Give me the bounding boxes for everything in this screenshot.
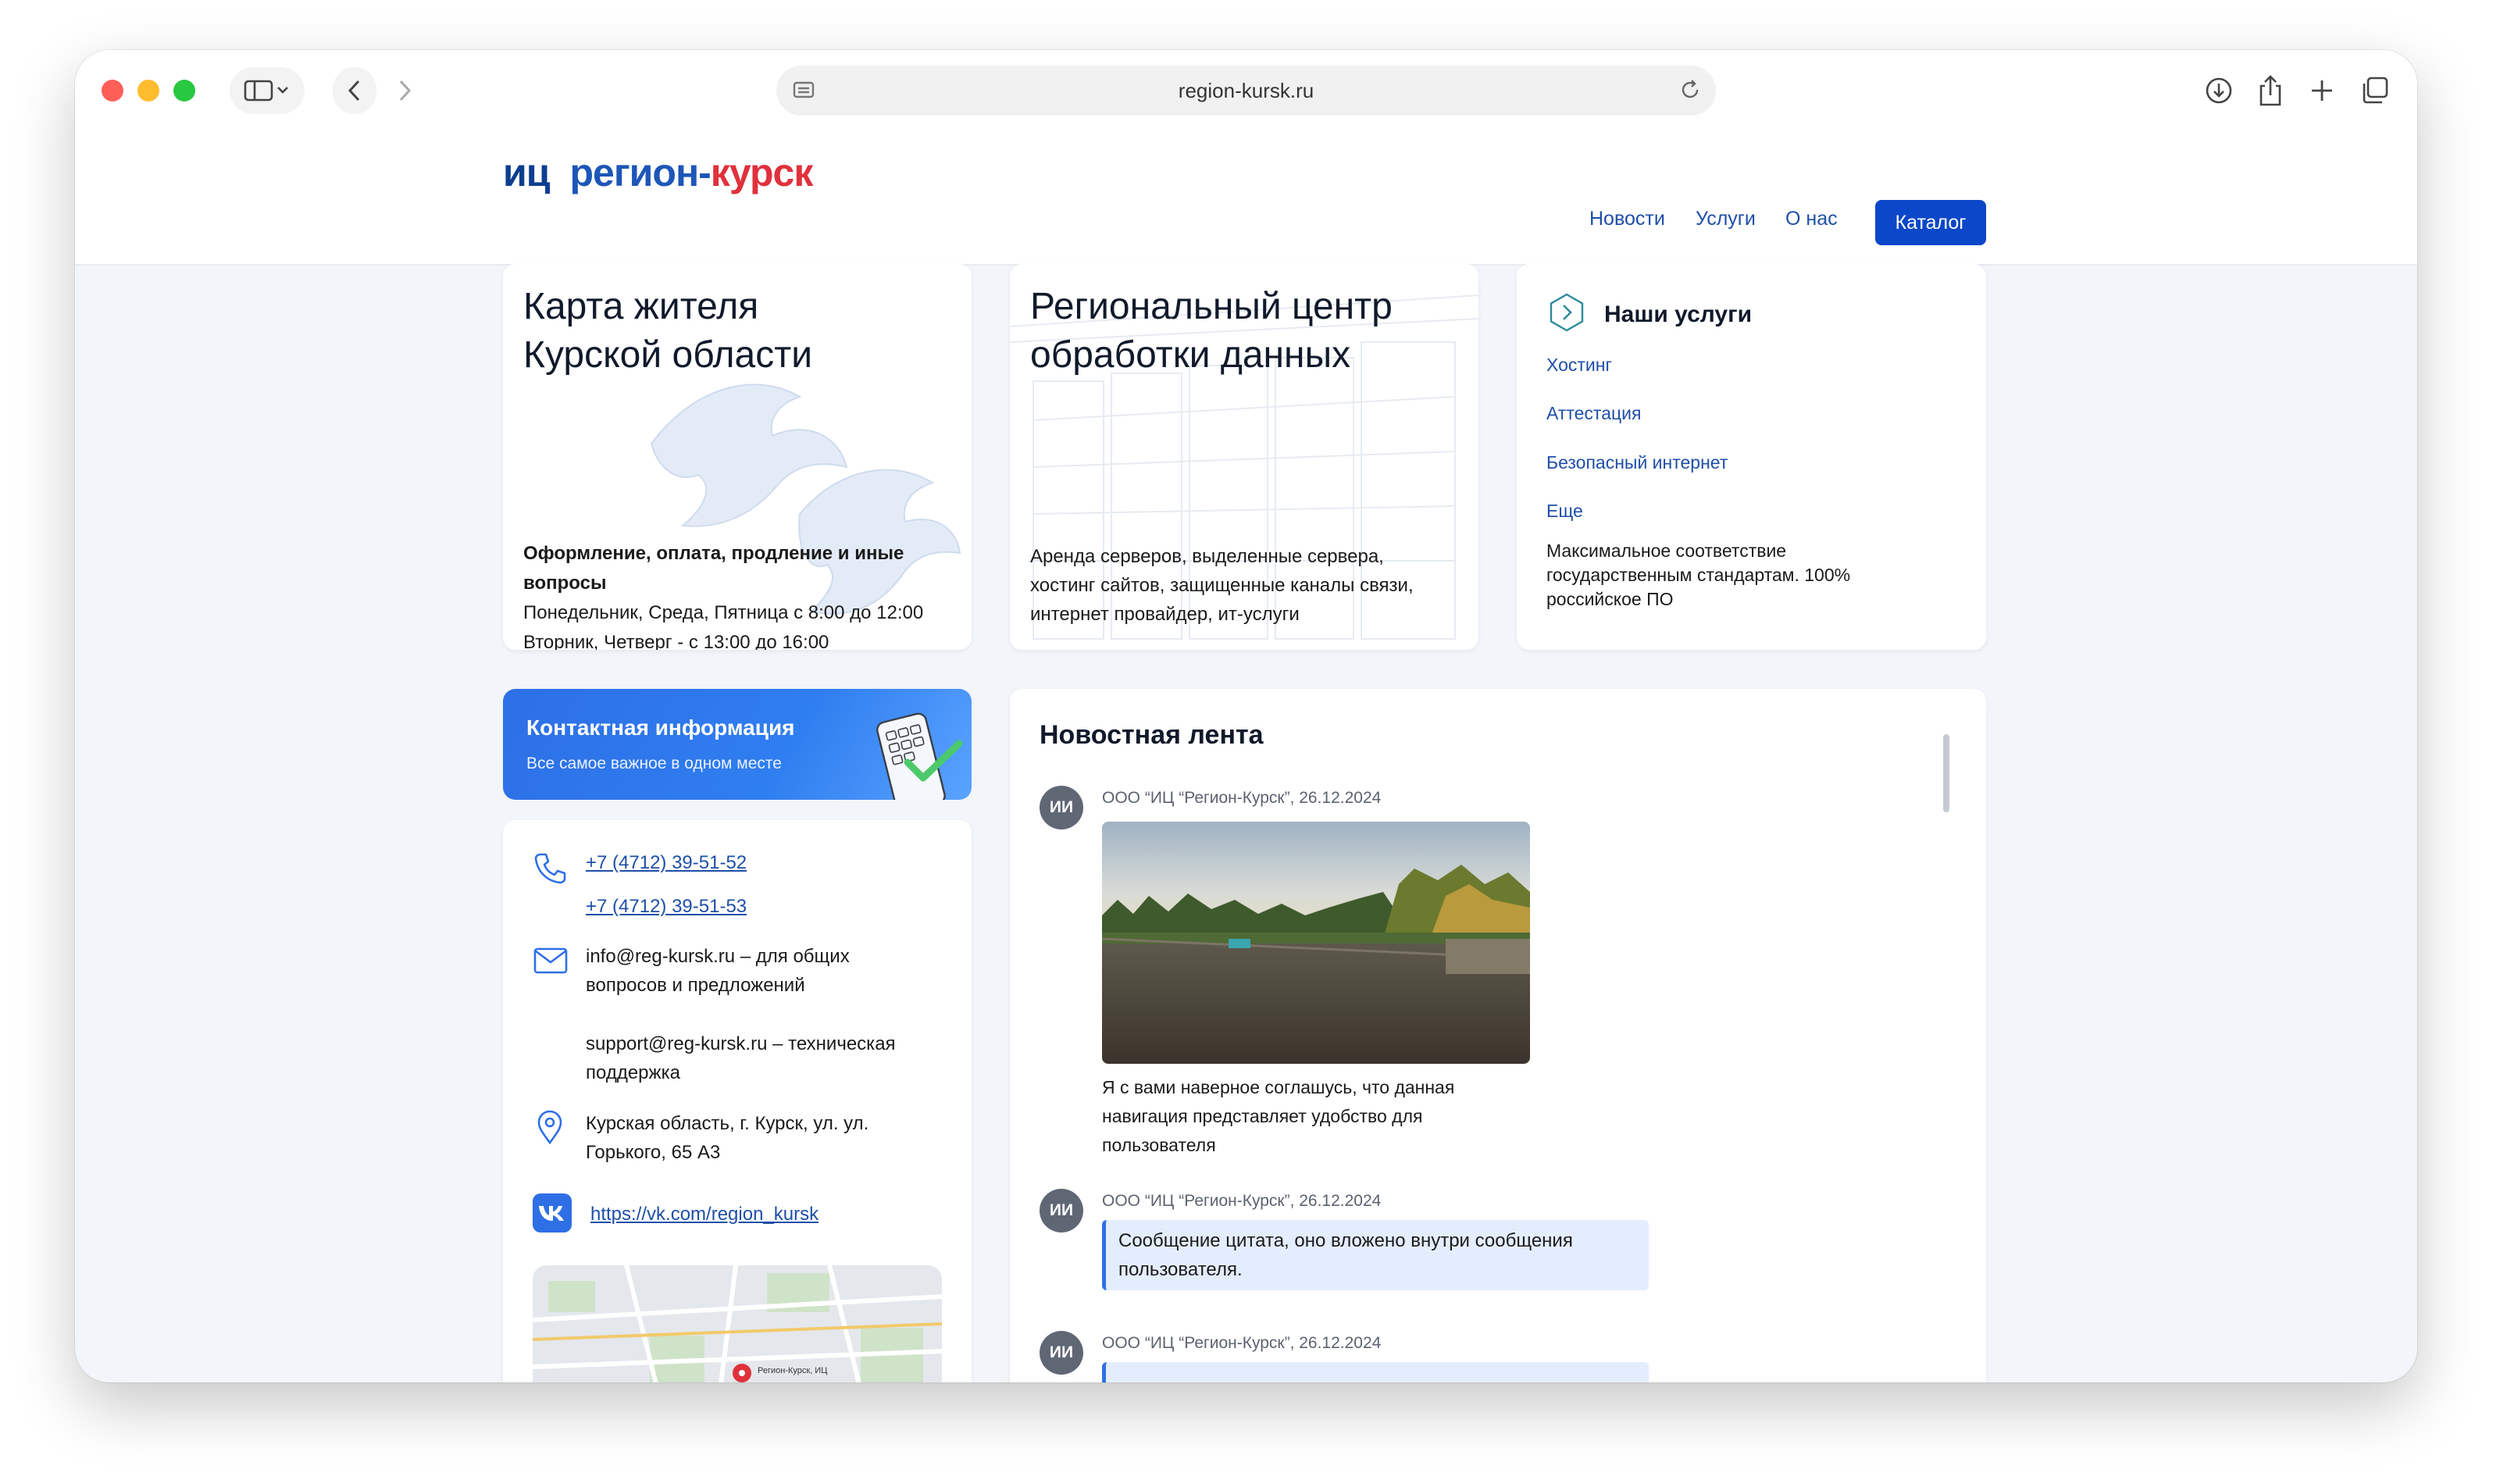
datacenter-description: Аренда серверов, выделенные сервера, хос… — [1030, 546, 1414, 625]
vk-icon[interactable] — [533, 1193, 572, 1233]
email-general-line1: info@reg-kursk.ru – для общих — [586, 946, 850, 967]
quote-line2: пользователя. — [1118, 1259, 1243, 1280]
logo-ic: иц — [503, 151, 550, 194]
chevron-right-circle-icon[interactable] — [1546, 292, 1587, 333]
map-illustration: Регион-Курск, ИЦ — [533, 1265, 942, 1382]
contacts-card: +7 (4712) 39-51-52 +7 (4712) 39-51-53 in… — [503, 820, 972, 1382]
share-button[interactable] — [2249, 69, 2291, 112]
map-marker-label: Регион-Курск, ИЦ — [758, 1366, 827, 1375]
news-scrollbar[interactable] — [1943, 734, 1949, 812]
phone-check-icon — [876, 712, 963, 800]
vk-link[interactable]: https://vk.com/region_kursk — [590, 1200, 819, 1229]
author-avatar[interactable]: ИИ — [1040, 1331, 1083, 1375]
post-meta: ООО “ИЦ “Регион-Курск”, 26.12.2024 — [1102, 1192, 1382, 1210]
news-feed: Новостная лента ИИ ООО “ИЦ “Регион-Курск… — [1010, 689, 1986, 1382]
resident-bold-line: Оформление, оплата, продление и иные воп… — [523, 543, 904, 594]
service-link-hosting[interactable]: Хостинг — [1546, 355, 1612, 376]
location-map[interactable]: Регион-Курск, ИЦ — [533, 1265, 942, 1382]
datacenter-card-title: Региональный центр обработки данных — [1030, 283, 1393, 380]
chevron-right-icon — [399, 80, 412, 102]
resident-card-title: Карта жителя Курской области — [523, 283, 812, 380]
post-text-line3: пользователя — [1102, 1135, 1216, 1155]
location-pin-icon — [537, 1110, 562, 1145]
site-logo[interactable]: иц регион-курск — [503, 150, 814, 195]
datacenter-title-line1: Региональный центр — [1030, 286, 1393, 327]
service-link-attestation[interactable]: Аттестация — [1546, 403, 1641, 424]
sidebar-toggle-button[interactable] — [230, 67, 305, 114]
resident-title-line2: Курской области — [523, 334, 813, 376]
contact-banner-title: Контактная информация — [526, 715, 795, 740]
browser-toolbar: region-kursk.ru — [75, 50, 2417, 136]
post-meta: ООО “ИЦ “Регион-Курск”, 26.12.2024 — [1102, 1334, 1382, 1352]
logo-region: регион- — [569, 151, 711, 194]
email-support-line2: поддержка — [586, 1062, 680, 1083]
back-button[interactable] — [333, 67, 376, 114]
chevron-left-icon — [348, 80, 360, 102]
url-text: region-kursk.ru — [1178, 78, 1314, 102]
mail-icon — [533, 947, 568, 974]
site-header: иц регион-курск Новости Услуги О нас Ката… — [75, 136, 2417, 266]
author-avatar[interactable]: ИИ — [1040, 1189, 1083, 1233]
phone-icon — [534, 853, 566, 884]
author-avatar[interactable]: ИИ — [1040, 786, 1083, 829]
address-line1: Курская область, г. Курск, ул. ул. — [586, 1113, 869, 1134]
plus-icon — [2312, 80, 2332, 101]
service-link-more[interactable]: Еще — [1546, 501, 1583, 522]
catalog-button[interactable]: Каталог — [1875, 200, 1986, 245]
nav-services[interactable]: Услуги — [1696, 208, 1756, 230]
news-feed-title: Новостная лента — [1040, 720, 1264, 750]
quote-line1: Сообщение цитата, оно вложено внутри соо… — [1118, 1230, 1573, 1251]
datacenter-card[interactable]: Региональный центр обработки данных Арен… — [1010, 264, 1478, 650]
share-icon — [2259, 75, 2281, 106]
services-card: Наши услуги Хостинг Аттестация Безопасны… — [1517, 264, 1986, 650]
email-general: info@reg-kursk.ru – для общих вопросов и… — [586, 942, 850, 1000]
minimize-window-button[interactable] — [137, 80, 159, 102]
forward-button[interactable] — [383, 67, 426, 114]
phone-link-2[interactable]: +7 (4712) 39-51-53 — [586, 892, 747, 921]
nav-about[interactable]: О нас — [1785, 208, 1838, 230]
close-window-button[interactable] — [102, 80, 123, 102]
resident-schedule-2: Вторник, Четверг - с 13:00 до 16:00 — [523, 632, 829, 650]
datacenter-title-line2: обработки данных — [1030, 334, 1351, 376]
email-support: support@reg-kursk.ru – техническая подде… — [586, 1029, 896, 1087]
post-text-line1: Я с вами наверное соглашусь, что данная — [1102, 1077, 1455, 1097]
post-text-line2: навигация представляет удобство для — [1102, 1106, 1423, 1126]
downloads-button[interactable] — [2198, 69, 2240, 112]
post-photo[interactable] — [1102, 822, 1530, 1064]
logo-kursk: курск — [710, 151, 814, 194]
new-tab-button[interactable] — [2301, 69, 2343, 112]
field-photo — [1102, 822, 1530, 1064]
browser-window: region-kursk.ru иц регион-курск Новости … — [75, 50, 2417, 1382]
contact-banner-subtitle: Все самое важное в одном месте — [526, 754, 782, 772]
vk-logo — [539, 1206, 564, 1221]
tabs-icon — [2363, 77, 2388, 104]
tab-overview-button[interactable] — [2354, 69, 2396, 112]
download-icon — [2206, 77, 2232, 104]
address-bar[interactable]: region-kursk.ru — [776, 66, 1716, 116]
resident-schedule-1: Понедельник, Среда, Пятница с 8:00 до 12… — [523, 602, 924, 623]
resident-card-info: Оформление, оплата, продление и иные воп… — [523, 539, 972, 650]
post-meta: ООО “ИЦ “Регион-Курск”, 26.12.2024 — [1102, 789, 1382, 807]
service-link-safe-internet[interactable]: Безопасный интернет — [1546, 452, 1728, 473]
contact-info-banner[interactable]: Контактная информация Все самое важное в… — [503, 689, 972, 800]
services-title: Наши услуги — [1604, 301, 1753, 327]
email-general-line2: вопросов и предложений — [586, 975, 805, 996]
services-note: Максимальное соответствие государственны… — [1546, 540, 1851, 609]
nav-news[interactable]: Новости — [1589, 208, 1665, 230]
resident-card[interactable]: Карта жителя Курской области Оформление,… — [503, 264, 972, 650]
quote-message — [1102, 1362, 1649, 1382]
page-settings-icon — [793, 81, 815, 98]
maximize-window-button[interactable] — [173, 80, 195, 102]
quote-message: Сообщение цитата, оно вложено внутри соо… — [1102, 1220, 1649, 1290]
address: Курская область, г. Курск, ул. ул. Горьк… — [586, 1109, 868, 1167]
email-support-line1: support@reg-kursk.ru – техническая — [586, 1033, 896, 1054]
address-line2: Горького, 65 А3 — [586, 1142, 721, 1163]
phone-link-1[interactable]: +7 (4712) 39-51-52 — [586, 848, 747, 877]
sidebar-icon — [244, 80, 288, 102]
resident-title-line1: Карта жителя — [523, 286, 759, 327]
post-text: Я с вами наверное соглашусь, что данная … — [1102, 1073, 1508, 1160]
reload-icon[interactable] — [1678, 78, 1702, 102]
